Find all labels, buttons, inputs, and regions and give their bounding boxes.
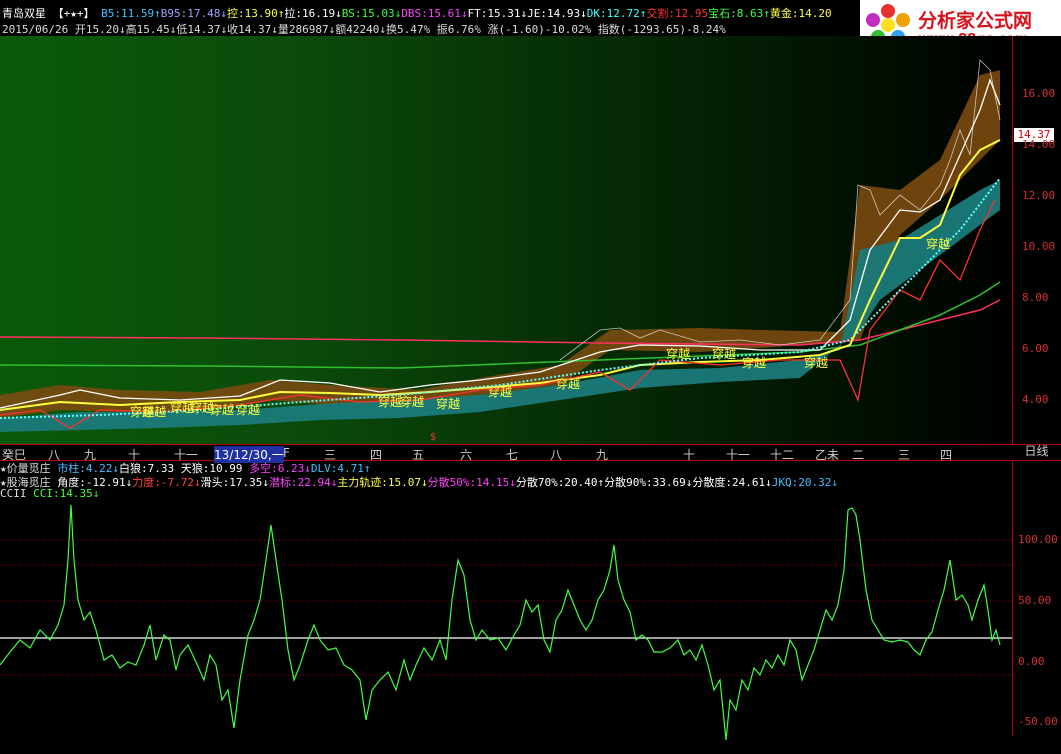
header-row1-item: 青岛双星: [2, 7, 46, 20]
header-row1-item: JE:14.93↓: [527, 7, 587, 20]
time-axis-label: F: [283, 446, 290, 460]
white-ma-line: [0, 78, 1001, 409]
header-row2-item: 低14.37↓: [176, 23, 228, 36]
header-row1-item: DK:12.72↑: [586, 7, 647, 20]
cci-chart-svg: [0, 504, 1012, 741]
header-row1-item: 交割:12.95: [646, 7, 709, 20]
period-day-button[interactable]: 日线: [1012, 444, 1061, 459]
quote-header-row2: 2015/06/26 开15.20↓高15.45↓低14.37↓收14.37↓量…: [2, 21, 726, 37]
crossing-label: 穿越: [712, 346, 736, 361]
indicator-row-1: ★价量觅庄 市柱:4.22↓白狼:7.33 天狼:10.99 多空:6.23↓D…: [0, 460, 1012, 475]
cci-tick-label: 100.00: [1018, 533, 1058, 546]
header-row2-item: 量286987↓: [277, 23, 336, 36]
crossing-label: 穿越: [142, 404, 166, 419]
crossing-label: 穿越: [210, 402, 234, 417]
header-row1-item: DBS:15.61↓: [401, 7, 468, 20]
header-row2-item: 2015/06/26: [2, 23, 75, 36]
cci-tick-label: 50.00: [1018, 594, 1052, 607]
header-row2-item: 涨(-1.60)-10.02%: [487, 23, 598, 36]
cci-tick-label: -50.00: [1018, 715, 1058, 728]
crossing-label: 穿越: [742, 355, 766, 370]
header-row2-item: 高15.45↓: [125, 23, 177, 36]
header-row2-item: 换5.47%: [385, 23, 437, 36]
crossing-label: 穿越: [400, 394, 424, 409]
header-row1-item: FT:15.31↓: [467, 7, 528, 20]
header-row1-item: BS:15.03↓: [341, 7, 402, 20]
crossing-label: 穿越: [556, 376, 580, 391]
header-row1-item: 宝石:8.63↑: [708, 7, 770, 20]
candle-trace: [559, 59, 1001, 361]
crossing-label: 穿越: [666, 346, 690, 361]
crossing-label: 穿越: [926, 236, 950, 251]
crossing-label: 穿越: [436, 396, 460, 411]
price-tick-label: 8.00: [1022, 291, 1049, 304]
cci-panel[interactable]: [0, 486, 1012, 751]
price-chart-panel[interactable]: 穿越 穿越 穿越 穿越 穿越 穿越 穿越 穿越 穿越 穿越 穿越 穿越 穿越 穿越 穿越 穿越: [0, 36, 1012, 444]
header-row1-item: 控:13.90↑: [226, 7, 285, 20]
quote-header-row1: 青岛双星 【+★+】 B5:11.59↑B95:17.48↓控:13.90↑拉:…: [2, 5, 832, 21]
marker-dollar: $: [430, 432, 437, 443]
time-axis[interactable]: 癸巳八九十十一 13/12/30,一 F 三四五六七八九十十一 十二 乙未二三四: [0, 444, 1061, 463]
price-tick-label: 6.00: [1022, 342, 1049, 355]
cci-tick-label: 0.00: [1018, 655, 1045, 668]
header-row2-item: 收14.37↓: [227, 23, 278, 36]
price-tick-label: 4.00: [1022, 393, 1049, 406]
header-row2-item: 振6.76%: [436, 23, 488, 36]
header-row2-item: 指数(-1293.65)-8.24%: [597, 23, 726, 36]
crossing-label: 穿越: [378, 394, 402, 409]
price-tick-label: 10.00: [1022, 240, 1056, 253]
crossing-label: 穿越: [804, 355, 828, 370]
quote-header: 青岛双星 【+★+】 B5:11.59↑B95:17.48↓控:13.90↑拉:…: [0, 0, 860, 36]
crossing-label: 穿越: [488, 384, 512, 399]
header-row1-item: 黄金:14.20: [769, 7, 832, 20]
header-row1-item: 【+★+】: [46, 7, 102, 20]
header-row2-item: 开15.20↓: [74, 23, 126, 36]
header-row1-item: 拉:16.19↓: [284, 7, 342, 20]
price-chart-svg: 穿越穿越 穿越穿越穿越 穿越穿越穿越 穿越穿越穿越穿越 穿越穿越 穿越穿越: [0, 59, 1001, 432]
header-row1-item: B95:17.48↓: [160, 7, 227, 20]
header-row1-item: B5:11.59↑: [101, 7, 161, 20]
price-tick-label: 16.00: [1022, 87, 1056, 100]
crossing-label: 穿越: [236, 402, 260, 417]
price-tick-label: 14.00: [1022, 138, 1056, 151]
logo-title: 分析家公式网: [918, 10, 1033, 32]
price-tick-label: 12.00: [1022, 189, 1056, 202]
header-row2-item: 额42240↓: [335, 23, 386, 36]
